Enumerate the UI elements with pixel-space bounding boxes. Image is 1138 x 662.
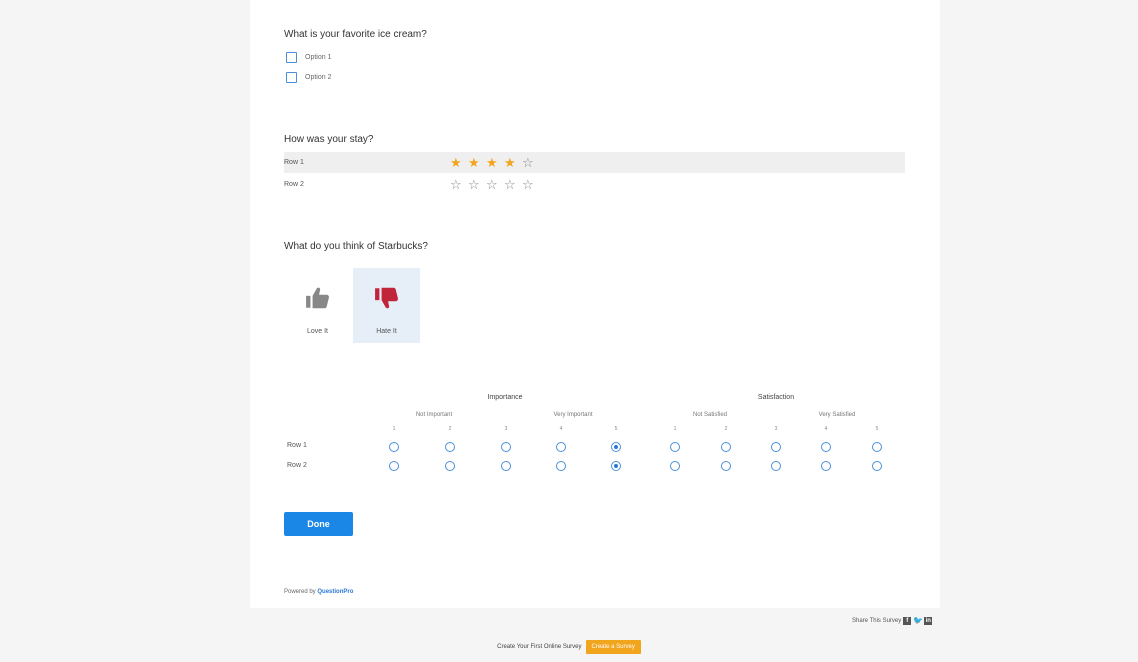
scale-number: 4 xyxy=(824,426,828,432)
radio-satisfaction[interactable] xyxy=(721,442,731,452)
footer-text: Create Your First Online Survey xyxy=(497,644,582,650)
checkbox-option-2[interactable]: Option 2 xyxy=(286,72,331,83)
scale-number: 4 xyxy=(559,426,563,432)
survey-card: What is your favorite ice cream? Option … xyxy=(250,0,940,608)
radio-satisfaction[interactable] xyxy=(872,461,882,471)
facebook-icon[interactable]: f xyxy=(903,617,912,625)
radio-importance[interactable] xyxy=(556,442,566,452)
done-button[interactable]: Done xyxy=(284,512,353,536)
row-label: Row 2 xyxy=(284,181,304,188)
scale-number: 1 xyxy=(673,426,677,432)
checkbox[interactable] xyxy=(286,72,297,83)
scale-number: 2 xyxy=(448,426,452,432)
row-label: Row 1 xyxy=(284,159,304,166)
star-icon[interactable]: ☆ xyxy=(468,178,486,191)
radio-importance[interactable] xyxy=(501,461,511,471)
thumbs-up-icon xyxy=(305,287,329,309)
question-title-ice-cream: What is your favorite ice cream? xyxy=(284,29,427,40)
radio-satisfaction[interactable] xyxy=(670,461,680,471)
footer: Create Your First Online Survey Create a… xyxy=(0,640,1138,654)
checkbox-label: Option 2 xyxy=(305,74,332,81)
checkbox[interactable] xyxy=(286,52,297,63)
twitter-icon[interactable]: 🐦 xyxy=(913,617,923,625)
scale-number: 1 xyxy=(392,426,396,432)
matrix-header-importance: Importance xyxy=(487,394,523,401)
star-rating-row-2: Row 2 ☆ ☆ ☆ ☆ ☆ xyxy=(284,174,905,195)
matrix-row-label: Row 2 xyxy=(287,462,307,469)
star-icon[interactable]: ★ xyxy=(468,156,486,169)
star-icon[interactable]: ☆ xyxy=(486,178,504,191)
checkbox-label: Option 1 xyxy=(305,54,332,61)
star-group: ☆ ☆ ☆ ☆ ☆ xyxy=(450,178,540,191)
powered-by: Powered by QuestionPro xyxy=(284,589,353,595)
question-title-starbucks: What do you think of Starbucks? xyxy=(284,241,428,252)
radio-importance[interactable] xyxy=(445,442,455,452)
linkedin-icon[interactable]: in xyxy=(924,617,933,625)
star-icon[interactable]: ★ xyxy=(486,156,504,169)
scale-number: 3 xyxy=(774,426,778,432)
radio-satisfaction[interactable] xyxy=(821,461,831,471)
powered-prefix: Powered by xyxy=(284,589,316,595)
radio-satisfaction[interactable] xyxy=(771,442,781,452)
star-rating-row-1: Row 1 ★ ★ ★ ★ ☆ xyxy=(284,152,905,173)
star-icon[interactable]: ★ xyxy=(504,156,522,169)
radio-satisfaction[interactable] xyxy=(721,461,731,471)
star-icon[interactable]: ★ xyxy=(450,156,468,169)
radio-importance[interactable] xyxy=(611,442,621,452)
choice-label: Hate It xyxy=(376,328,397,335)
choice-hate-it[interactable]: Hate It xyxy=(353,268,420,343)
question-title-stay: How was your stay? xyxy=(284,134,374,145)
scale-number: 5 xyxy=(875,426,879,432)
radio-importance[interactable] xyxy=(389,442,399,452)
choice-label: Love It xyxy=(306,328,328,335)
questionpro-link[interactable]: QuestionPro xyxy=(317,589,353,595)
star-icon[interactable]: ☆ xyxy=(450,178,468,191)
thumbs-down-icon xyxy=(374,287,398,309)
matrix-row-label: Row 1 xyxy=(287,442,307,449)
radio-importance[interactable] xyxy=(611,461,621,471)
scale-high-importance: Very Important xyxy=(553,412,593,418)
choice-love-it[interactable]: Love It xyxy=(284,268,351,343)
radio-satisfaction[interactable] xyxy=(771,461,781,471)
radio-importance[interactable] xyxy=(445,461,455,471)
scale-number: 3 xyxy=(504,426,508,432)
scale-high-satisfaction: Very Satisfied xyxy=(818,412,856,418)
radio-importance[interactable] xyxy=(501,442,511,452)
star-icon[interactable]: ☆ xyxy=(504,178,522,191)
scale-low-importance: Not Important xyxy=(415,412,453,418)
matrix-header-satisfaction: Satisfaction xyxy=(757,394,795,401)
create-survey-button[interactable]: Create a Survey xyxy=(585,640,641,654)
share-label: Share This Survey xyxy=(852,618,902,624)
share-survey: Share This Survey f 🐦 in xyxy=(852,617,933,625)
scale-low-satisfaction: Not Satisfied xyxy=(692,412,728,418)
radio-satisfaction[interactable] xyxy=(821,442,831,452)
checkbox-option-1[interactable]: Option 1 xyxy=(286,52,331,63)
star-group: ★ ★ ★ ★ ☆ xyxy=(450,156,540,169)
star-icon[interactable]: ☆ xyxy=(522,156,540,169)
radio-importance[interactable] xyxy=(389,461,399,471)
star-icon[interactable]: ☆ xyxy=(522,178,540,191)
radio-satisfaction[interactable] xyxy=(872,442,882,452)
radio-satisfaction[interactable] xyxy=(670,442,680,452)
scale-number: 2 xyxy=(724,426,728,432)
scale-number: 5 xyxy=(614,426,618,432)
radio-importance[interactable] xyxy=(556,461,566,471)
